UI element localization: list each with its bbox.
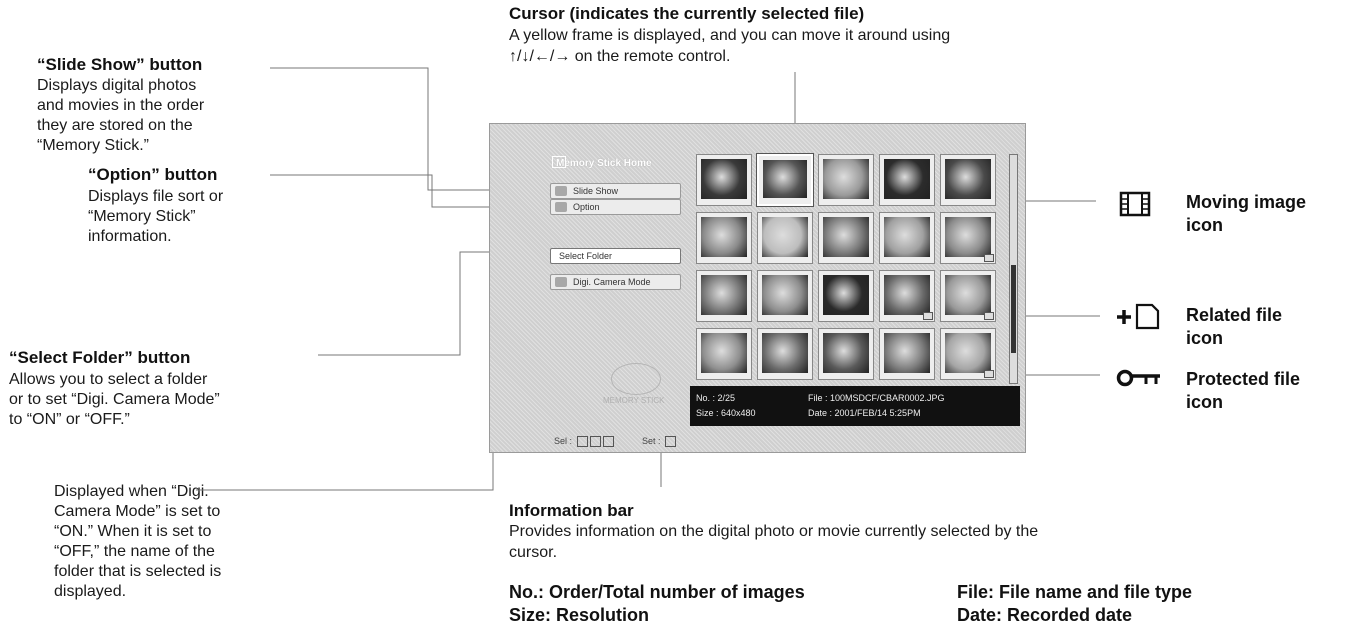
thumbnail-image bbox=[945, 217, 991, 257]
thumbnail-image bbox=[762, 333, 808, 373]
thumbnail[interactable] bbox=[757, 328, 813, 380]
thumbnail-image bbox=[884, 159, 930, 199]
thumbnail[interactable] bbox=[818, 212, 874, 264]
scrollbar[interactable] bbox=[1009, 154, 1018, 384]
memory-stick-logo bbox=[611, 363, 661, 395]
thumbnail-image bbox=[823, 333, 869, 373]
thumbnail-image bbox=[884, 217, 930, 257]
thumbnail[interactable] bbox=[818, 270, 874, 322]
thumbnail[interactable] bbox=[696, 212, 752, 264]
select-folder-button[interactable]: Select Folder bbox=[550, 248, 681, 264]
thumbnail-image bbox=[884, 333, 930, 373]
thumbnail[interactable] bbox=[757, 270, 813, 322]
info-date: Date : 2001/FEB/14 5:25PM bbox=[808, 408, 921, 418]
thumbnail-selected[interactable] bbox=[757, 154, 813, 206]
slide-show-icon bbox=[555, 186, 567, 196]
thumbnail[interactable] bbox=[757, 212, 813, 264]
thumbnail-image bbox=[945, 159, 991, 199]
option-icon bbox=[555, 202, 567, 212]
file-status-badge bbox=[984, 312, 994, 320]
screen-title: Memory Stick Home bbox=[556, 158, 652, 169]
thumbnail[interactable] bbox=[818, 154, 874, 206]
footer-sel: Sel : bbox=[554, 436, 614, 448]
thumbnail-image bbox=[763, 160, 807, 198]
thumbnail-image bbox=[823, 275, 869, 315]
thumbnail-image bbox=[701, 159, 747, 199]
slide-show-button[interactable]: Slide Show bbox=[550, 183, 681, 199]
option-button[interactable]: Option bbox=[550, 199, 681, 215]
info-no: No. : 2/25 bbox=[696, 393, 736, 403]
thumbnail[interactable] bbox=[940, 154, 996, 206]
thumbnail-grid bbox=[696, 154, 998, 384]
up-down-key-icon bbox=[576, 436, 588, 448]
thumbnail[interactable] bbox=[879, 154, 935, 206]
camera-icon bbox=[555, 277, 567, 287]
thumbnail[interactable] bbox=[696, 154, 752, 206]
file-status-badge bbox=[984, 370, 994, 378]
thumbnail[interactable] bbox=[940, 212, 996, 264]
thumbnail[interactable] bbox=[940, 328, 996, 380]
home-icon bbox=[552, 156, 566, 168]
footer-set: Set : bbox=[642, 436, 677, 448]
thumbnail[interactable] bbox=[696, 270, 752, 322]
thumbnail-image bbox=[884, 275, 930, 315]
digi-camera-mode-button[interactable]: Digi. Camera Mode bbox=[550, 274, 681, 290]
thumbnail[interactable] bbox=[879, 270, 935, 322]
thumbnail-image bbox=[762, 275, 808, 315]
thumbnail-image bbox=[762, 217, 808, 257]
info-size: Size : 640x480 bbox=[696, 408, 756, 418]
right-key-icon bbox=[602, 436, 614, 448]
thumbnail-image bbox=[823, 159, 869, 199]
left-key-icon bbox=[589, 436, 601, 448]
memory-stick-logo-text: MEMORY STICK bbox=[603, 396, 665, 405]
file-status-badge bbox=[984, 254, 994, 262]
thumbnail-image bbox=[945, 333, 991, 373]
thumbnail-image bbox=[701, 275, 747, 315]
enter-key-icon bbox=[665, 436, 677, 448]
information-bar: No. : 2/25 Size : 640x480 File : 100MSDC… bbox=[690, 386, 1020, 426]
thumbnail-image bbox=[823, 217, 869, 257]
thumbnail-image bbox=[701, 217, 747, 257]
memory-stick-home-screen: Memory Stick Home Slide Show Option Sele… bbox=[489, 123, 1026, 453]
thumbnail[interactable] bbox=[879, 328, 935, 380]
info-file: File : 100MSDCF/CBAR0002.JPG bbox=[808, 393, 945, 403]
file-status-badge bbox=[923, 312, 933, 320]
scrollbar-thumb[interactable] bbox=[1011, 265, 1016, 353]
thumbnail[interactable] bbox=[696, 328, 752, 380]
thumbnail-image bbox=[701, 333, 747, 373]
thumbnail[interactable] bbox=[879, 212, 935, 264]
thumbnail[interactable] bbox=[818, 328, 874, 380]
thumbnail[interactable] bbox=[940, 270, 996, 322]
thumbnail-image bbox=[945, 275, 991, 315]
